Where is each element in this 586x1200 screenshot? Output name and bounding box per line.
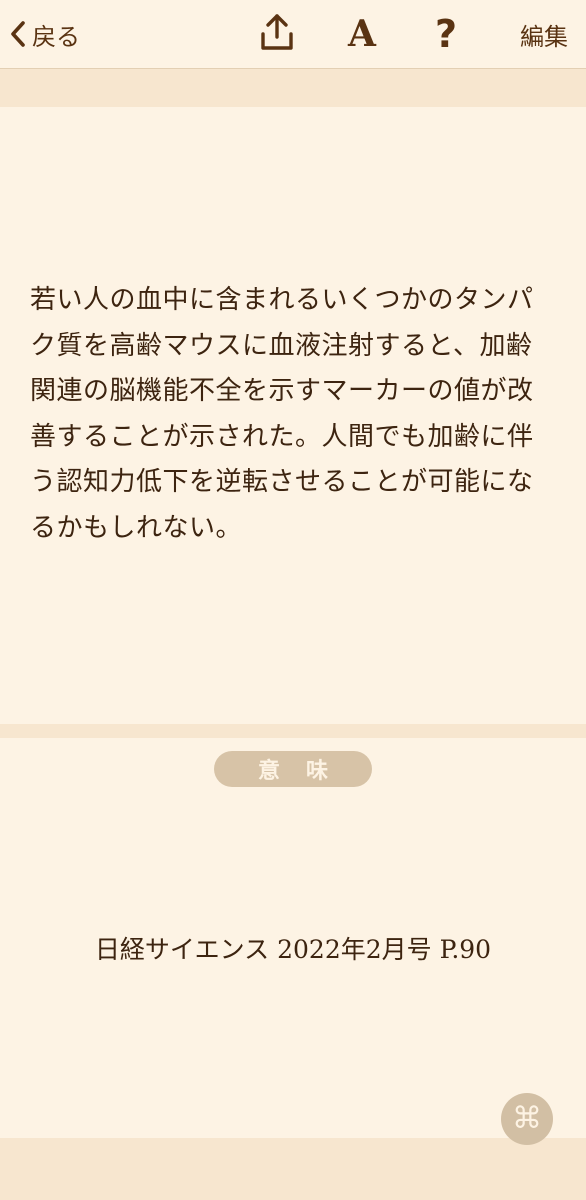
help-button[interactable]: ?: [424, 12, 468, 56]
command-button[interactable]: ⌘: [501, 1093, 553, 1145]
back-button[interactable]: 戻る: [8, 14, 80, 54]
command-icon: ⌘: [512, 1101, 542, 1136]
navigation-bar: 戻る A ? 編集: [0, 0, 586, 69]
font-icon: A: [348, 13, 376, 55]
middle-divider-band: [0, 724, 586, 738]
top-divider-band: [0, 69, 586, 107]
help-icon: ?: [434, 12, 458, 56]
meaning-button[interactable]: 意味: [214, 751, 372, 787]
passage-text: 若い人の血中に含まれるいくつかのタンパク質を高齢マウスに血液注射すると、加齢関連…: [30, 285, 534, 543]
share-icon: [258, 12, 296, 56]
share-button[interactable]: [255, 12, 299, 56]
source-citation: 日経サイエンス 2022年2月号 P.90: [94, 935, 492, 964]
chevron-left-icon: [8, 19, 28, 49]
font-settings-button[interactable]: A: [340, 12, 384, 56]
back-label: 戻る: [32, 22, 80, 51]
bottom-band: [0, 1138, 586, 1200]
edit-button[interactable]: 編集: [520, 14, 568, 54]
